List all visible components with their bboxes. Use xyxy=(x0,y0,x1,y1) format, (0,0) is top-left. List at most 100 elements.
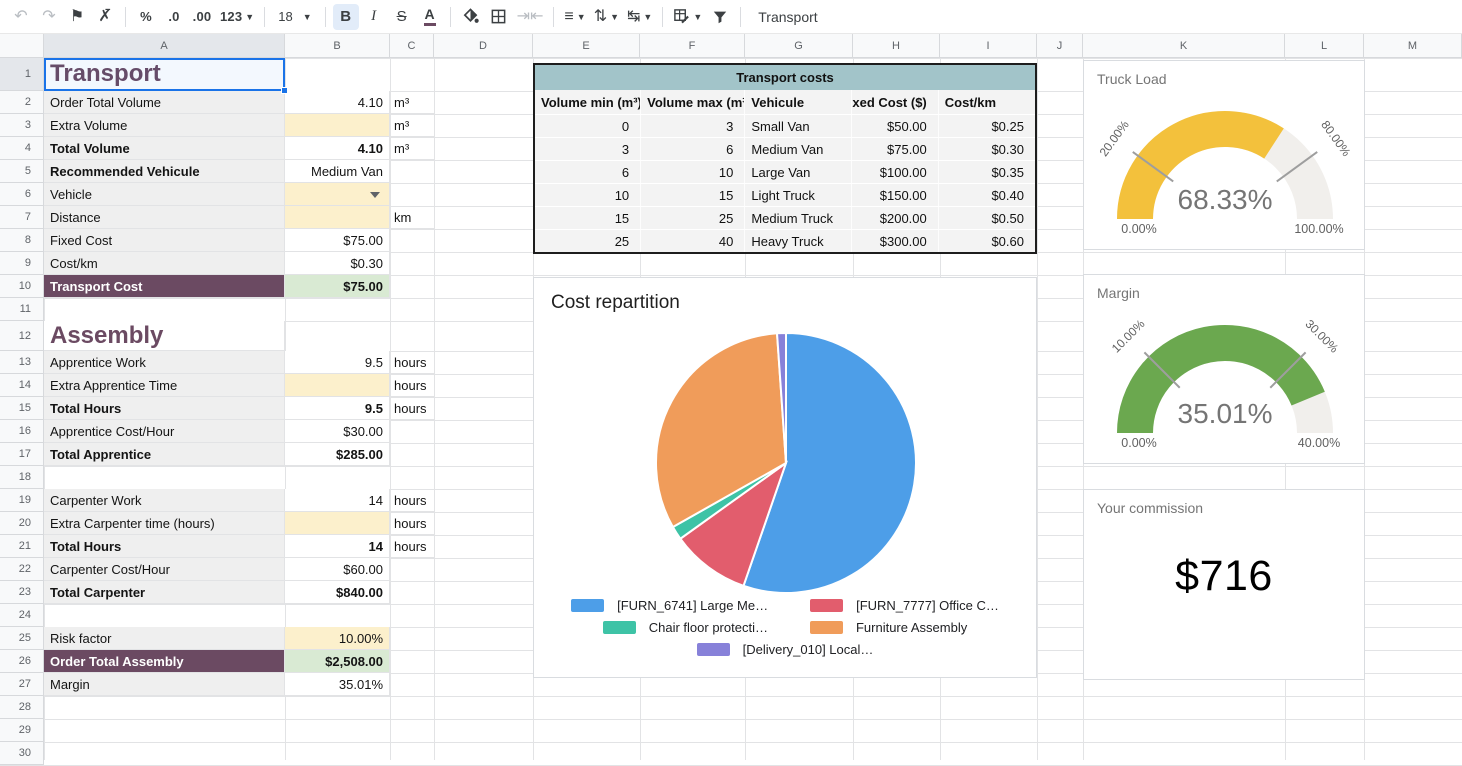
redo-button[interactable]: ↷ xyxy=(36,4,62,30)
cell-B17[interactable]: $285.00 xyxy=(285,443,390,466)
costs-table-cell[interactable]: $100.00 xyxy=(852,161,938,183)
cell-A21[interactable]: Total Hours xyxy=(44,535,285,558)
cell-B2[interactable]: 4.10 xyxy=(285,91,390,114)
row-header-1[interactable]: 1 xyxy=(0,58,44,91)
cell-A22[interactable]: Carpenter Cost/Hour xyxy=(44,558,285,581)
cell-A10[interactable]: Transport Cost xyxy=(44,275,285,298)
column-header-F[interactable]: F xyxy=(640,34,745,58)
costs-table-cell[interactable]: $200.00 xyxy=(852,207,938,229)
row-header-3[interactable]: 3 xyxy=(0,114,44,137)
column-header-D[interactable]: D xyxy=(434,34,533,58)
cell-A7[interactable]: Distance xyxy=(44,206,285,229)
cell-B10[interactable]: $75.00 xyxy=(285,275,390,298)
row-header-28[interactable]: 28 xyxy=(0,696,44,719)
commission-card[interactable]: Your commission $716 xyxy=(1083,489,1365,680)
cell-A27[interactable]: Margin xyxy=(44,673,285,696)
cell-B14[interactable] xyxy=(285,374,390,397)
cell-A13[interactable]: Apprentice Work xyxy=(44,351,285,374)
vertical-align-button[interactable]: ⇅▼ xyxy=(591,4,622,30)
cell-B21[interactable]: 14 xyxy=(285,535,390,558)
cell-A26[interactable]: Order Total Assembly xyxy=(44,650,285,673)
column-header-J[interactable]: J xyxy=(1037,34,1083,58)
row-header-2[interactable]: 2 xyxy=(0,91,44,114)
costs-table-cell[interactable]: 6 xyxy=(535,161,641,183)
costs-table-cell[interactable]: $0.60 xyxy=(939,230,1035,252)
cell-A8[interactable]: Fixed Cost xyxy=(44,229,285,252)
costs-table-cell[interactable]: $75.00 xyxy=(852,138,938,160)
cell-C15[interactable]: hours xyxy=(390,397,434,420)
undo-button[interactable]: ↶ xyxy=(8,4,34,30)
row-header-26[interactable]: 26 xyxy=(0,650,44,673)
cell-A2[interactable]: Order Total Volume xyxy=(44,91,285,114)
costs-table-header-cell[interactable]: Volume min (m³) xyxy=(535,90,641,114)
costs-table-cell[interactable]: $0.30 xyxy=(939,138,1035,160)
costs-table-cell[interactable]: Medium Truck xyxy=(745,207,852,229)
costs-table-cell[interactable]: 3 xyxy=(535,138,641,160)
costs-table-header-cell[interactable]: Vehicule xyxy=(745,90,852,114)
data-table-button[interactable]: ▼ xyxy=(670,4,705,30)
font-size-control[interactable]: 18 ▼ xyxy=(272,9,317,24)
legend-item-0[interactable]: [FURN_6741] Large Me… xyxy=(571,598,768,613)
cell-C4[interactable]: m³ xyxy=(390,137,434,160)
text-color-button[interactable]: A xyxy=(417,4,443,30)
filter-button[interactable] xyxy=(707,4,733,30)
costs-table-cell[interactable]: Small Van xyxy=(745,115,852,137)
fill-color-button[interactable] xyxy=(458,4,484,30)
costs-table-header-cell[interactable]: Volume max (m³) xyxy=(641,90,745,114)
column-header-A[interactable]: A xyxy=(44,34,285,58)
cell-B5[interactable]: Medium Van xyxy=(285,160,390,183)
cell-B27[interactable]: 35.01% xyxy=(285,673,390,696)
row-header-17[interactable]: 17 xyxy=(0,443,44,466)
legend-item-2[interactable]: Chair floor protecti… xyxy=(603,620,768,635)
column-header-L[interactable]: L xyxy=(1285,34,1364,58)
cell-B15[interactable]: 9.5 xyxy=(285,397,390,420)
cell-B25[interactable]: 10.00% xyxy=(285,627,390,650)
costs-table-cell[interactable]: 25 xyxy=(535,230,641,252)
cell-A25[interactable]: Risk factor xyxy=(44,627,285,650)
row-header-25[interactable]: 25 xyxy=(0,627,44,650)
format-percent-button[interactable]: % xyxy=(133,4,159,30)
decrease-decimal-button[interactable]: .0 xyxy=(161,4,187,30)
column-header-I[interactable]: I xyxy=(940,34,1037,58)
bold-button[interactable]: B xyxy=(333,4,359,30)
costs-table-cell[interactable]: $0.35 xyxy=(939,161,1035,183)
clear-format-button[interactable]: ✗̄ xyxy=(92,4,118,30)
costs-table-header-cell[interactable]: Fixed Cost ($) xyxy=(852,90,938,114)
legend-item-3[interactable]: Furniture Assembly xyxy=(810,620,967,635)
cell-A12[interactable]: Assembly xyxy=(44,321,285,351)
cell-A14[interactable]: Extra Apprentice Time xyxy=(44,374,285,397)
cell-A23[interactable]: Total Carpenter xyxy=(44,581,285,604)
row-header-5[interactable]: 5 xyxy=(0,160,44,183)
costs-table-cell[interactable]: 15 xyxy=(641,184,745,206)
transport-costs-table[interactable]: Transport costs Volume min (m³)Volume ma… xyxy=(533,63,1037,254)
cell-C14[interactable]: hours xyxy=(390,374,434,397)
cell-A15[interactable]: Total Hours xyxy=(44,397,285,420)
truck-load-gauge-card[interactable]: Truck Load 20.00%80.00%68.33%0.00%100.00… xyxy=(1083,60,1365,250)
row-header-6[interactable]: 6 xyxy=(0,183,44,206)
cell-A16[interactable]: Apprentice Cost/Hour xyxy=(44,420,285,443)
cell-B23[interactable]: $840.00 xyxy=(285,581,390,604)
cell-C2[interactable]: m³ xyxy=(390,91,434,114)
selection-fill-handle[interactable] xyxy=(281,87,288,94)
costs-table-header-cell[interactable]: Cost/km xyxy=(939,90,1035,114)
row-header-4[interactable]: 4 xyxy=(0,137,44,160)
costs-table-cell[interactable]: $0.25 xyxy=(939,115,1035,137)
cell-A9[interactable]: Cost/km xyxy=(44,252,285,275)
cell-A5[interactable]: Recommended Vehicule xyxy=(44,160,285,183)
cell-B8[interactable]: $75.00 xyxy=(285,229,390,252)
row-header-13[interactable]: 13 xyxy=(0,351,44,374)
merge-cells-button[interactable]: ⇥⇤ xyxy=(514,4,547,30)
row-header-22[interactable]: 22 xyxy=(0,558,44,581)
row-header-30[interactable]: 30 xyxy=(0,742,44,765)
cell-B7[interactable] xyxy=(285,206,390,229)
column-header-C[interactable]: C xyxy=(390,34,434,58)
costs-table-cell[interactable]: Medium Van xyxy=(745,138,852,160)
legend-item-1[interactable]: [FURN_7777] Office C… xyxy=(810,598,999,613)
row-header-29[interactable]: 29 xyxy=(0,719,44,742)
cell-A17[interactable]: Total Apprentice xyxy=(44,443,285,466)
cell-B16[interactable]: $30.00 xyxy=(285,420,390,443)
costs-table-cell[interactable]: $50.00 xyxy=(852,115,938,137)
row-header-27[interactable]: 27 xyxy=(0,673,44,696)
strikethrough-button[interactable]: S xyxy=(389,4,415,30)
cell-C20[interactable]: hours xyxy=(390,512,434,535)
